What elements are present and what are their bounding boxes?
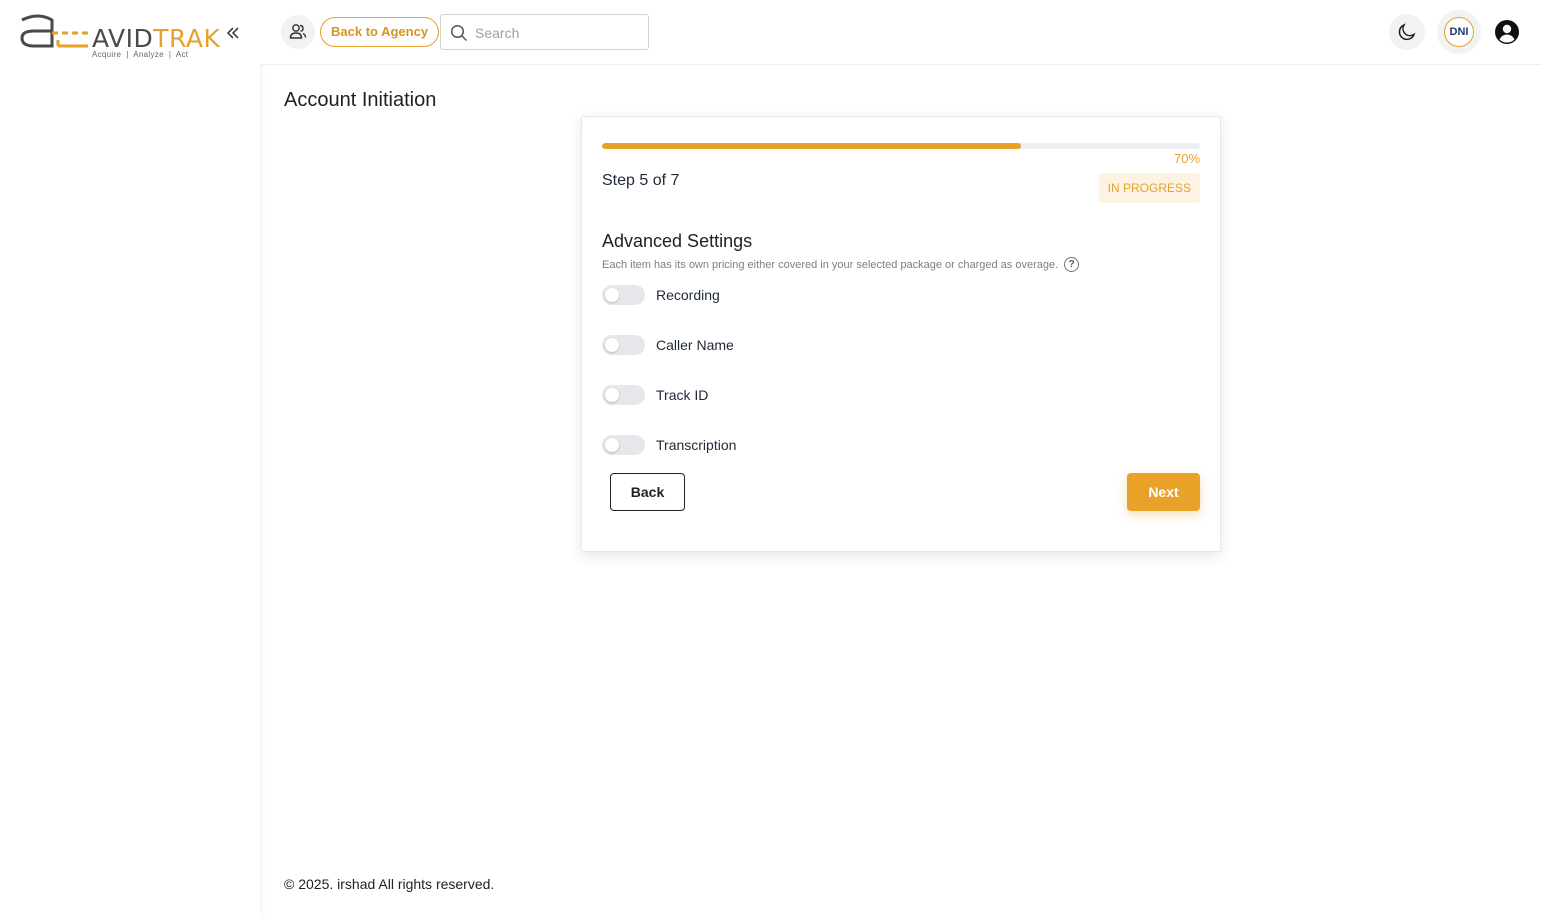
collapse-sidebar-button[interactable] <box>222 22 244 44</box>
section-title: Advanced Settings <box>602 231 753 251</box>
search-input[interactable] <box>475 22 640 44</box>
progress-percent: 70% <box>1173 151 1200 166</box>
avidtrak-logo[interactable]: AVIDTRAK Acquire | Analyze | Act <box>18 12 220 62</box>
logo-wordmark-part1: AVID <box>92 24 154 53</box>
section-description: Each item has its own pricing either cov… <box>602 257 1080 272</box>
dni-badge: DNI <box>1444 17 1474 47</box>
track-id-toggle[interactable] <box>602 385 645 405</box>
back-button[interactable]: Back <box>610 473 685 511</box>
toggle-row-transcription: Transcription <box>602 434 736 456</box>
user-circle-icon <box>1495 20 1519 44</box>
page-title: Account Initiation <box>284 89 437 111</box>
user-profile-button[interactable] <box>1494 19 1520 45</box>
footer-copyright: © 2025. irshad All rights reserved. <box>284 876 495 892</box>
chevrons-left-icon <box>226 27 239 39</box>
back-to-agency-button[interactable]: Back to Agency <box>320 17 440 47</box>
toggle-row-track-id: Track ID <box>602 384 708 406</box>
logo-wordmark: AVIDTRAK <box>92 24 220 53</box>
users-icon <box>289 24 307 39</box>
users-button[interactable] <box>281 15 315 49</box>
search-box[interactable] <box>440 14 649 50</box>
progress-bar <box>602 143 1200 149</box>
toggle-label: Caller Name <box>656 337 734 353</box>
toggle-label: Recording <box>656 287 720 303</box>
next-button[interactable]: Next <box>1127 473 1200 511</box>
dni-button[interactable]: DNI <box>1437 10 1481 54</box>
transcription-toggle[interactable] <box>602 435 645 455</box>
section-description-text: Each item has its own pricing either cov… <box>602 258 1059 271</box>
wizard-card: 70% Step 5 of 7 IN PROGRESS Advanced Set… <box>581 116 1221 552</box>
topbar: Back to Agency DNI <box>260 0 1541 65</box>
step-indicator: Step 5 of 7 <box>602 172 680 189</box>
toggle-label: Track ID <box>656 387 709 403</box>
toggle-row-caller-name: Caller Name <box>602 334 734 356</box>
toggle-row-recording: Recording <box>602 284 720 306</box>
progress-bar-fill <box>602 143 1021 149</box>
dark-mode-toggle[interactable] <box>1389 14 1425 50</box>
caller-name-toggle[interactable] <box>602 335 645 355</box>
toggle-label: Transcription <box>656 437 737 453</box>
help-icon[interactable]: ? <box>1064 257 1080 272</box>
search-icon <box>450 24 468 42</box>
logo-tagline: Acquire | Analyze | Act <box>92 50 189 59</box>
recording-toggle[interactable] <box>602 285 645 305</box>
logo-wordmark-part2: TRAK <box>153 24 221 53</box>
logo-mark-icon <box>20 14 88 48</box>
status-badge: IN PROGRESS <box>1098 173 1200 203</box>
sidebar: AVIDTRAK Acquire | Analyze | Act <box>0 0 260 919</box>
moon-icon <box>1398 23 1416 41</box>
